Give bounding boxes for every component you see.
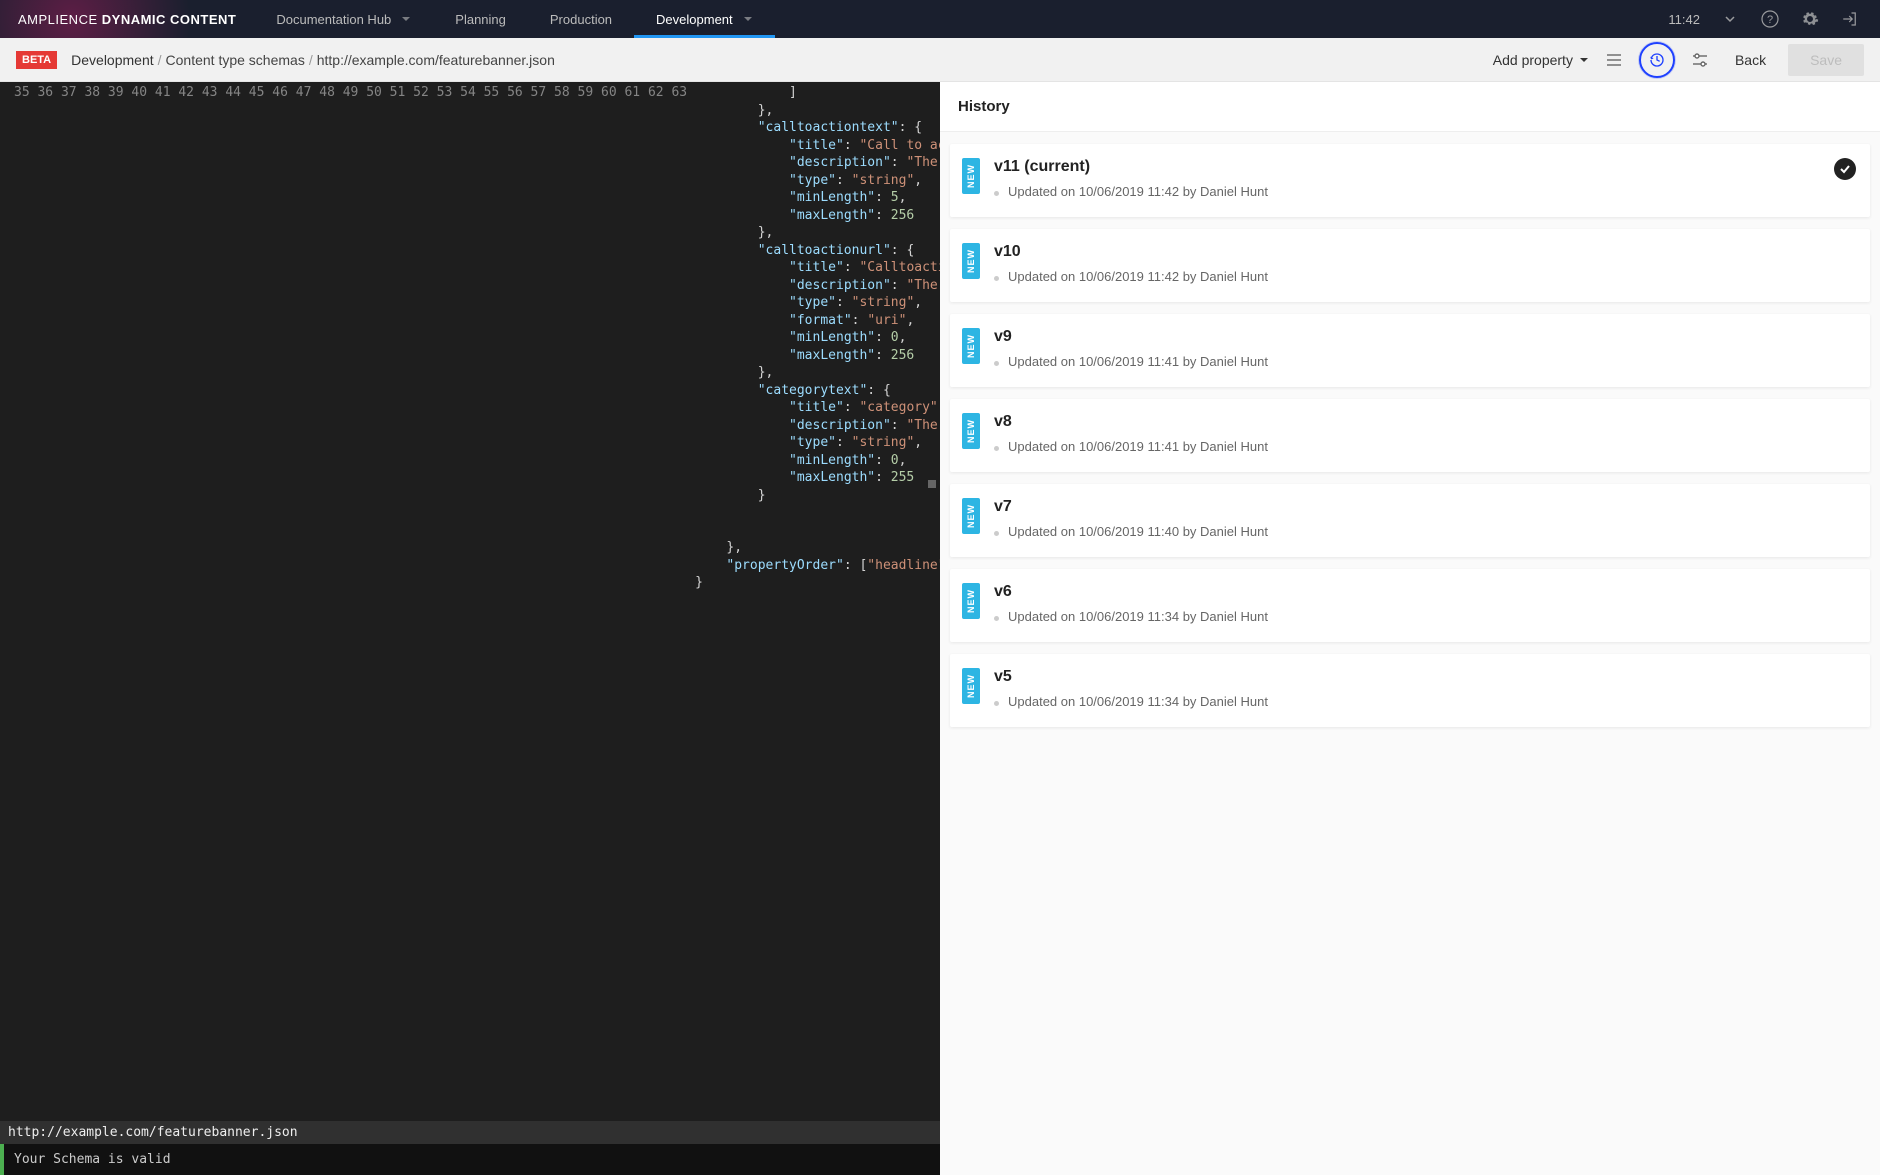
- editor-scroll-thumb[interactable]: [928, 480, 936, 488]
- history-version-card[interactable]: NEW v11 (current) Updated on 10/06/2019 11…: [950, 144, 1870, 217]
- svg-text:?: ?: [1767, 14, 1773, 26]
- new-badge: NEW: [962, 158, 980, 194]
- new-badge: NEW: [962, 668, 980, 704]
- chevron-down-icon: [743, 12, 753, 27]
- history-version-meta: Updated on 10/06/2019 11:41 by Daniel Hu…: [994, 354, 1854, 369]
- back-button[interactable]: Back: [1725, 46, 1776, 74]
- history-version-meta: Updated on 10/06/2019 11:42 by Daniel Hu…: [994, 269, 1854, 284]
- new-badge: NEW: [962, 583, 980, 619]
- history-card-body: v6 Updated on 10/06/2019 11:34 by Daniel …: [994, 583, 1854, 624]
- history-pane: History NEW v11 (current) Updated on 10/06…: [940, 82, 1880, 1175]
- new-badge: NEW: [962, 413, 980, 449]
- history-version-card[interactable]: NEW v5 Updated on 10/06/2019 11:34 by Dani…: [950, 654, 1870, 727]
- history-list[interactable]: NEW v11 (current) Updated on 10/06/2019 11…: [940, 132, 1880, 1175]
- brand-logo[interactable]: AMPLIENCE DYNAMIC CONTENT: [0, 12, 254, 27]
- nav-tab-documentation-hub[interactable]: Documentation Hub: [254, 0, 433, 38]
- breadcrumb: Development/Content type schemas/http://…: [71, 52, 555, 68]
- file-path-footer: http://example.com/featurebanner.json: [0, 1121, 940, 1144]
- history-version-meta: Updated on 10/06/2019 11:40 by Daniel Hu…: [994, 524, 1854, 539]
- history-version-meta: Updated on 10/06/2019 11:34 by Daniel Hu…: [994, 694, 1854, 709]
- sub-toolbar: BETA Development/Content type schemas/ht…: [0, 38, 1880, 82]
- history-version-title: v8: [994, 413, 1854, 431]
- history-version-title: v7: [994, 498, 1854, 516]
- history-icon[interactable]: [1639, 42, 1675, 78]
- nav-tab-development[interactable]: Development: [634, 0, 775, 38]
- breadcrumb-segment: http://example.com/featurebanner.json: [317, 52, 555, 68]
- workspace: 35 36 37 38 39 40 41 42 43 44 45 46 47 4…: [0, 82, 1880, 1175]
- history-card-body: v7 Updated on 10/06/2019 11:40 by Daniel …: [994, 498, 1854, 539]
- history-version-meta: Updated on 10/06/2019 11:42 by Daniel Hu…: [994, 184, 1854, 199]
- code-content[interactable]: ] }, "calltoactiontext": { "title": "Cal…: [695, 82, 940, 1121]
- history-version-title: v5: [994, 668, 1854, 686]
- new-badge: NEW: [962, 328, 980, 364]
- history-version-card[interactable]: NEW v10 Updated on 10/06/2019 11:42 by Dan…: [950, 229, 1870, 302]
- nav-tabs: Documentation Hub Planning Production Devel…: [254, 0, 774, 38]
- nav-tab-label: Production: [550, 12, 612, 27]
- history-card-body: v11 (current) Updated on 10/06/2019 11:42…: [994, 158, 1854, 199]
- validation-message: Your Schema is valid: [0, 1144, 940, 1175]
- new-badge: NEW: [962, 498, 980, 534]
- breadcrumb-segment[interactable]: Development: [71, 52, 154, 68]
- help-icon[interactable]: ?: [1760, 9, 1780, 29]
- history-version-card[interactable]: NEW v9 Updated on 10/06/2019 11:41 by Dani…: [950, 314, 1870, 387]
- line-gutter: 35 36 37 38 39 40 41 42 43 44 45 46 47 4…: [0, 82, 695, 1121]
- history-version-meta: Updated on 10/06/2019 11:41 by Daniel Hu…: [994, 439, 1854, 454]
- history-version-title: v11 (current): [994, 158, 1854, 176]
- logout-icon[interactable]: [1840, 9, 1860, 29]
- code-editor[interactable]: 35 36 37 38 39 40 41 42 43 44 45 46 47 4…: [0, 82, 940, 1121]
- history-title: History: [940, 82, 1880, 132]
- history-version-card[interactable]: NEW v6 Updated on 10/06/2019 11:34 by Dani…: [950, 569, 1870, 642]
- brand-light: AMPLIENCE: [18, 12, 98, 27]
- brand-bold: DYNAMIC CONTENT: [102, 12, 237, 27]
- topbar-right: 11:42 ?: [1668, 9, 1880, 29]
- breadcrumb-separator: /: [309, 52, 313, 68]
- chevron-down-icon[interactable]: [1720, 9, 1740, 29]
- chevron-down-icon: [401, 12, 411, 27]
- add-property-dropdown[interactable]: Add property: [1493, 52, 1589, 68]
- new-badge: NEW: [962, 243, 980, 279]
- history-version-card[interactable]: NEW v8 Updated on 10/06/2019 11:41 by Dani…: [950, 399, 1870, 472]
- list-view-icon[interactable]: [1601, 47, 1627, 73]
- nav-tab-production[interactable]: Production: [528, 0, 634, 38]
- history-card-body: v5 Updated on 10/06/2019 11:34 by Daniel …: [994, 668, 1854, 709]
- top-navbar: AMPLIENCE DYNAMIC CONTENT Documentation …: [0, 0, 1880, 38]
- nav-tab-label: Development: [656, 12, 733, 27]
- nav-tab-label: Planning: [455, 12, 506, 27]
- save-button[interactable]: Save: [1788, 44, 1864, 76]
- nav-tab-label: Documentation Hub: [276, 12, 391, 27]
- beta-badge: BETA: [16, 51, 57, 69]
- history-version-meta: Updated on 10/06/2019 11:34 by Daniel Hu…: [994, 609, 1854, 624]
- add-property-label: Add property: [1493, 52, 1573, 68]
- code-editor-pane: 35 36 37 38 39 40 41 42 43 44 45 46 47 4…: [0, 82, 940, 1175]
- history-card-body: v8 Updated on 10/06/2019 11:41 by Daniel …: [994, 413, 1854, 454]
- clock: 11:42: [1668, 12, 1700, 27]
- breadcrumb-segment[interactable]: Content type schemas: [166, 52, 305, 68]
- history-card-body: v10 Updated on 10/06/2019 11:42 by Daniel…: [994, 243, 1854, 284]
- history-card-body: v9 Updated on 10/06/2019 11:41 by Daniel …: [994, 328, 1854, 369]
- breadcrumb-separator: /: [158, 52, 162, 68]
- history-version-title: v9: [994, 328, 1854, 346]
- gear-icon[interactable]: [1800, 9, 1820, 29]
- sliders-icon[interactable]: [1687, 47, 1713, 73]
- history-version-card[interactable]: NEW v7 Updated on 10/06/2019 11:40 by Dani…: [950, 484, 1870, 557]
- history-version-title: v6: [994, 583, 1854, 601]
- current-check-icon: [1834, 158, 1856, 180]
- nav-tab-planning[interactable]: Planning: [433, 0, 528, 38]
- history-version-title: v10: [994, 243, 1854, 261]
- subbar-right: Add property Back Save: [1493, 42, 1864, 78]
